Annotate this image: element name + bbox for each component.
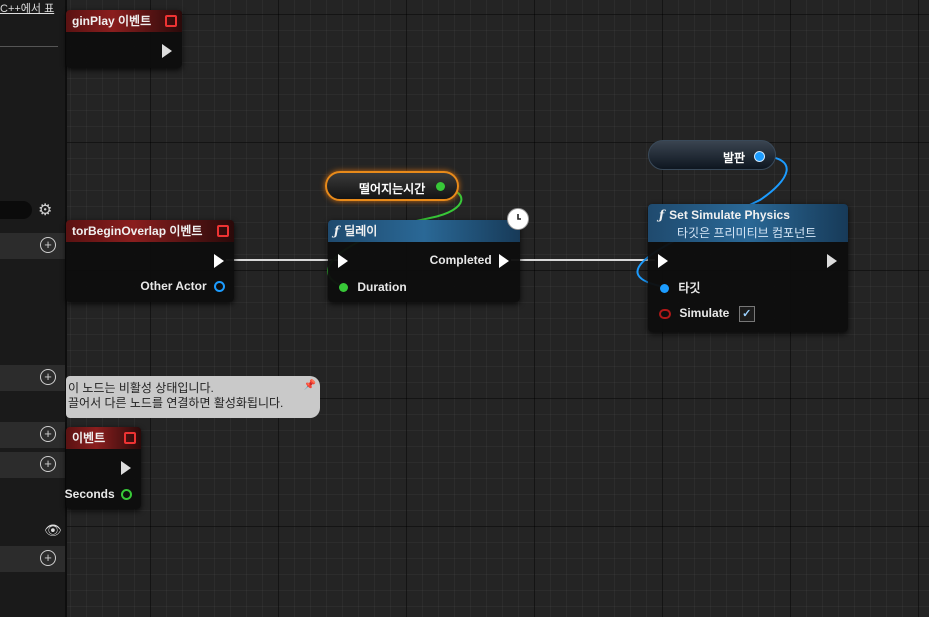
pin-label: Simulate: [679, 306, 730, 321]
exec-out-pin[interactable]: [121, 460, 131, 475]
delegate-icon: [217, 225, 229, 237]
object-pin-icon: [214, 281, 225, 293]
cpp-link[interactable]: C++에서 표: [0, 0, 62, 16]
search-input[interactable]: [0, 201, 32, 219]
panel-row-macros[interactable]: +: [0, 422, 65, 448]
panel-row-variables[interactable]: +: [0, 452, 65, 478]
add-icon[interactable]: +: [40, 550, 56, 566]
add-icon[interactable]: +: [40, 426, 56, 442]
node-title: ginPlay 이벤트: [66, 10, 182, 32]
exec-in-pin[interactable]: [658, 253, 668, 268]
add-icon[interactable]: +: [40, 456, 56, 472]
clock-icon: [507, 208, 529, 230]
bool-pin-icon: [659, 309, 671, 319]
panel-divider: [0, 46, 58, 47]
variable-label: 발판: [723, 151, 746, 165]
exec-pin-icon: [827, 253, 837, 268]
my-blueprint-panel: C++에서 표 ⚙ + + + + 👁 +: [0, 0, 67, 617]
float-pin-icon: [339, 283, 348, 293]
pin-label: Seconds: [64, 487, 115, 501]
panel-row-functions[interactable]: +: [0, 365, 65, 391]
other-actor-pin[interactable]: Other Actor: [140, 279, 225, 293]
comment-line-2: 끌어서 다른 노드를 연결하면 활성화됩니다.: [68, 396, 284, 410]
function-icon: ƒ: [334, 224, 340, 238]
node-subtitle: 타깃은 프리미티브 컴포넌트: [677, 226, 817, 240]
node-title: ƒ 딜레이: [328, 220, 520, 242]
exec-out-pin[interactable]: [162, 43, 172, 58]
pin-label: Duration: [357, 280, 407, 294]
exec-in-pin[interactable]: [338, 253, 348, 268]
exec-out-pin[interactable]: [214, 253, 224, 268]
gear-icon[interactable]: ⚙: [38, 200, 52, 220]
comment-line-1: 이 노드는 비활성 상태입니다.: [68, 381, 214, 395]
pin-label: 타깃: [678, 281, 701, 295]
delegate-icon: [165, 15, 177, 27]
node-title: ƒ Set Simulate Physics 타깃은 프리미티브 컴포넌트: [648, 204, 848, 242]
float-pin-icon: [121, 489, 132, 501]
exec-pin-icon: [162, 43, 172, 58]
target-pin[interactable]: 타깃: [660, 279, 700, 296]
exec-pin-icon: [658, 253, 668, 268]
delegate-icon: [124, 432, 136, 444]
exec-pin-icon: [499, 253, 509, 268]
node-title: torBeginOverlap 이벤트: [66, 220, 234, 242]
delay-node[interactable]: ƒ 딜레이 Completed Duration: [328, 208, 529, 302]
duration-pin[interactable]: Duration: [339, 280, 407, 294]
simulate-pin[interactable]: Simulate ✓: [659, 306, 755, 322]
exec-pin-icon: [121, 460, 131, 475]
panel-row-dispatchers[interactable]: +: [0, 546, 65, 572]
object-pin-icon: [660, 284, 669, 294]
pin-label: Completed: [429, 253, 492, 267]
variable-platform-node[interactable]: 발판: [648, 140, 776, 170]
variable-label: 떨어지는시간: [359, 182, 426, 196]
exec-out-pin[interactable]: [827, 253, 837, 268]
timer-event-node[interactable]: 이벤트 Seconds: [65, 427, 141, 509]
exec-pin-icon: [214, 253, 224, 268]
eye-icon[interactable]: 👁: [44, 522, 62, 539]
pin-label: Other Actor: [140, 279, 207, 293]
completed-pin[interactable]: Completed: [430, 253, 509, 268]
variable-fall-time-node[interactable]: 떨어지는시간: [325, 171, 459, 201]
disabled-node-comment: 이 노드는 비활성 상태입니다. 끌어서 다른 노드를 연결하면 활성화됩니다.…: [66, 376, 320, 418]
float-pin-icon[interactable]: [436, 182, 445, 191]
pin-icon[interactable]: 📌: [304, 378, 316, 393]
simulate-checkbox[interactable]: ✓: [738, 306, 755, 322]
panel-row-graphs[interactable]: +: [0, 233, 65, 259]
object-pin-icon[interactable]: [754, 151, 765, 162]
add-icon[interactable]: +: [40, 369, 56, 385]
actor-begin-overlap-event-node[interactable]: torBeginOverlap 이벤트 Other Actor: [66, 220, 234, 302]
set-simulate-physics-node[interactable]: ƒ Set Simulate Physics 타깃은 프리미티브 컴포넌트 타깃 …: [648, 204, 848, 332]
exec-pin-icon: [338, 253, 348, 268]
add-icon[interactable]: +: [40, 237, 56, 253]
seconds-pin[interactable]: Seconds: [65, 487, 132, 501]
node-title: 이벤트: [66, 427, 141, 449]
function-icon: ƒ: [659, 208, 665, 222]
begin-play-event-node[interactable]: ginPlay 이벤트: [66, 10, 182, 68]
